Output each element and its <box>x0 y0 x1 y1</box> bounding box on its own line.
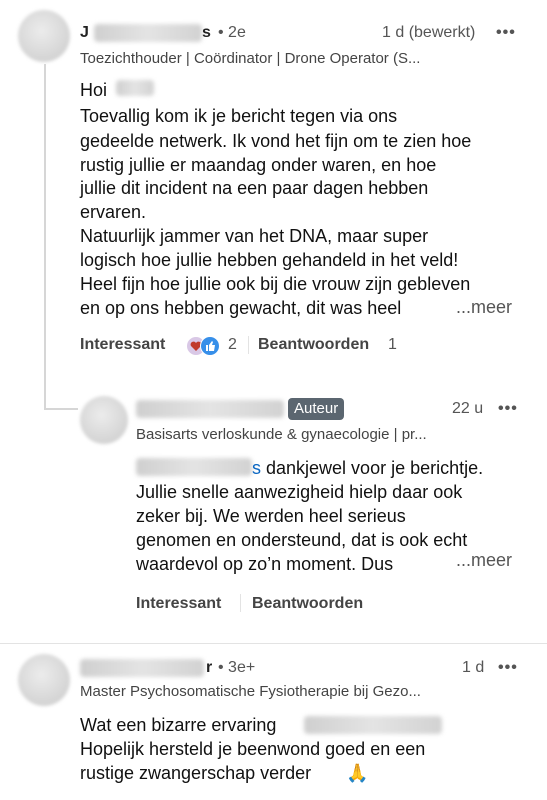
action-divider <box>240 594 241 612</box>
connection-degree: • 3e+ <box>218 659 256 676</box>
author-headline: Basisarts verloskunde & gynaecologie | p… <box>136 426 427 443</box>
comment-line: ervaren. <box>80 202 147 222</box>
reply-line: genomen en ondersteund, dat is ook echt <box>136 530 468 550</box>
mention-suffix[interactable]: s <box>252 457 261 479</box>
author-name-redacted[interactable] <box>80 659 204 677</box>
author-headline: Toezichthouder | Coördinator | Drone Ope… <box>80 50 421 67</box>
author-name-suffix: r <box>206 659 213 676</box>
author-name-redacted[interactable] <box>136 400 284 418</box>
reply-timestamp: 22 u <box>452 400 484 417</box>
reply-button[interactable]: Beantwoorden <box>252 595 363 613</box>
action-divider <box>248 336 249 354</box>
greeting-name-redacted <box>116 80 154 96</box>
more-options-icon[interactable]: ••• <box>498 659 518 677</box>
mention-redacted[interactable] <box>304 716 442 734</box>
avatar[interactable] <box>18 654 70 706</box>
author-name-redacted[interactable] <box>94 24 202 42</box>
see-more-link[interactable]: ...meer <box>456 297 512 318</box>
thread-connector <box>44 408 78 410</box>
avatar[interactable] <box>80 396 128 444</box>
author-badge: Auteur <box>288 398 345 420</box>
mention-redacted[interactable] <box>136 458 252 476</box>
more-options-icon[interactable]: ••• <box>498 400 518 418</box>
see-more-link[interactable]: ...meer <box>456 550 512 571</box>
comment-line: en op ons hebben gewacht, dit was heel <box>80 298 402 318</box>
author-name-suffix: s <box>202 24 211 41</box>
more-options-icon[interactable]: ••• <box>496 24 516 42</box>
thread-line <box>44 64 46 410</box>
reply-line: dankjewel voor je berichtje. <box>266 458 484 478</box>
avatar[interactable] <box>18 10 70 62</box>
comment-line: rustige zwangerschap verder <box>80 763 312 783</box>
comment-line: Natuurlijk jammer van het DNA, maar supe… <box>80 226 429 246</box>
author-headline: Master Psychosomatische Fysiotherapie bi… <box>80 683 421 700</box>
react-button[interactable]: Interessant <box>136 595 221 613</box>
comment-line: Heel fijn hoe jullie ook bij die vrouw z… <box>80 274 471 294</box>
comment-line: Wat een bizarre ervaring <box>80 715 277 735</box>
prayer-emoji-icon: 🙏 <box>346 763 369 783</box>
comment-line: logisch hoe jullie hebben gehandeld in h… <box>80 250 459 270</box>
comment-separator <box>0 643 547 644</box>
reply-line: zeker bij. We werden heel serieus <box>136 506 406 526</box>
author-name-fragment[interactable]: J <box>80 24 89 42</box>
reply-button[interactable]: Beantwoorden <box>258 336 369 354</box>
comment-line: gedeelde netwerk. Ik vond het fijn om te… <box>80 131 472 151</box>
comment-line: Toevallig kom ik je bericht tegen via on… <box>80 106 398 126</box>
reaction-count[interactable]: 2 <box>228 336 237 354</box>
comment-line: jullie dit incident na een paar dagen he… <box>80 178 429 198</box>
comment-timestamp: 1 d (bewerkt) <box>382 24 476 41</box>
like-icon[interactable] <box>200 336 220 356</box>
reply-count[interactable]: 1 <box>388 336 397 354</box>
comment-line: Hopelijk hersteld je beenwond goed en ee… <box>80 739 426 759</box>
comment-line: rustig jullie er maandag onder waren, en… <box>80 155 437 175</box>
comment-greeting: Hoi <box>80 80 108 100</box>
reply-line: Jullie snelle aanwezigheid hielp daar oo… <box>136 482 463 502</box>
comment-timestamp: 1 d <box>462 659 485 676</box>
reply-line: waardevol op zo’n moment. Dus <box>136 554 394 574</box>
connection-degree: • 2e <box>218 24 246 41</box>
react-button[interactable]: Interessant <box>80 336 165 354</box>
